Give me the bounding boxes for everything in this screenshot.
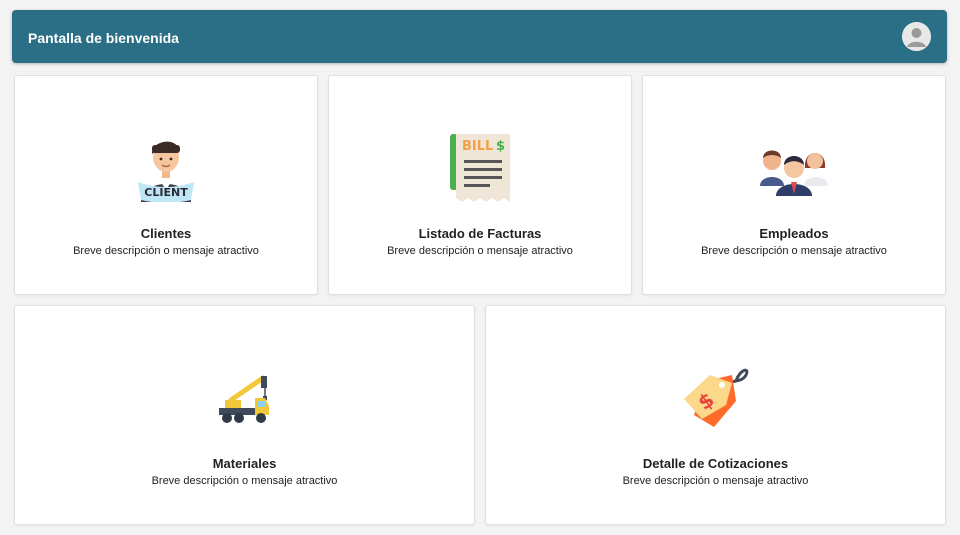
page-title: Pantalla de bienvenida xyxy=(28,30,179,46)
svg-text:CLIENT: CLIENT xyxy=(144,186,188,199)
user-avatar-icon[interactable] xyxy=(902,22,931,51)
card-clientes[interactable]: CLIENT Clientes Breve descripción o mens… xyxy=(14,75,318,295)
employees-icon xyxy=(758,138,830,198)
card-description: Breve descripción o mensaje atractivo xyxy=(151,475,338,487)
card-description: Breve descripción o mensaje atractivo xyxy=(701,245,887,257)
card-title: Clientes xyxy=(140,226,192,241)
svg-text:BILL: BILL xyxy=(462,139,493,154)
client-icon: CLIENT xyxy=(133,132,199,203)
price-tag-icon: $ xyxy=(680,361,752,433)
card-title: Materiales xyxy=(212,456,277,471)
card-description: Breve descripción o mensaje atractivo xyxy=(73,245,259,257)
card-title: Listado de Facturas xyxy=(418,226,542,241)
card-listado-facturas[interactable]: BILL $ Listado de Facturas Breve descrip… xyxy=(328,75,632,295)
top-app-bar: Pantalla de bienvenida xyxy=(12,10,947,63)
card-detalle-cotizaciones[interactable]: $ Detalle de Cotizaciones Breve descripc… xyxy=(485,305,946,525)
card-title: Detalle de Cotizaciones xyxy=(642,456,789,471)
bill-icon: BILL $ xyxy=(448,132,512,204)
svg-text:$: $ xyxy=(496,139,505,154)
card-materiales[interactable]: Materiales Breve descripción o mensaje a… xyxy=(14,305,475,525)
card-description: Breve descripción o mensaje atractivo xyxy=(387,245,573,257)
card-empleados[interactable]: Empleados Breve descripción o mensaje at… xyxy=(642,75,946,295)
crane-truck-icon xyxy=(217,374,273,424)
card-description: Breve descripción o mensaje atractivo xyxy=(622,475,809,487)
card-title: Empleados xyxy=(759,226,829,241)
